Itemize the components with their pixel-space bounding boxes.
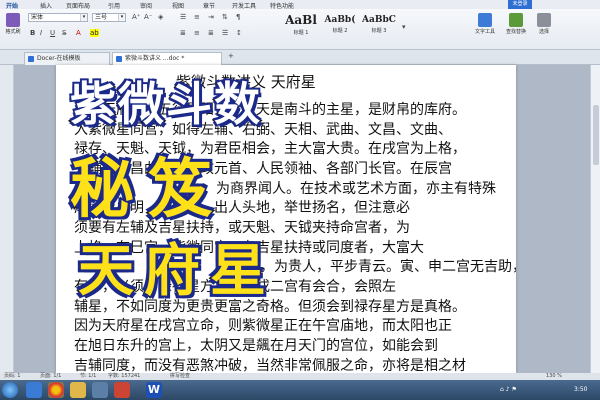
status-spell-check[interactable]: 拼写检查: [170, 373, 190, 380]
styles-more-icon[interactable]: ▾: [402, 23, 406, 31]
document-tabstrip: Docer-在线模板 紫微斗数讲义 ...doc * +: [0, 50, 600, 65]
highlight-icon[interactable]: ab: [90, 29, 99, 37]
folder-icon[interactable]: [70, 382, 86, 398]
vertical-ruler: [0, 65, 14, 373]
paragraph-mark-icon[interactable]: ¶: [236, 13, 240, 21]
status-section: 节: 1/1: [80, 373, 97, 379]
tray-icons[interactable]: ⌂ ♪ ⚑: [500, 380, 517, 400]
align-right-icon[interactable]: ≣: [208, 29, 214, 37]
clear-format-icon[interactable]: ◈: [158, 13, 163, 21]
font-color-icon[interactable]: A: [76, 29, 81, 37]
numbered-list-icon[interactable]: ≡: [194, 13, 200, 21]
document-icon: [116, 56, 122, 62]
docer-icon: [28, 56, 34, 62]
ie-icon[interactable]: [26, 382, 42, 398]
sort-icon[interactable]: ⇅: [222, 13, 228, 21]
cursor-icon: [537, 13, 551, 27]
ribbon-toolbar: 格式刷 宋体 ▾ 三号 ▾ A⁺ A⁻ ◈ B I U S̶ A ab ☰ ≡ ⇥ …: [0, 9, 600, 50]
style-heading-3[interactable]: AaBbC 标题 3: [361, 13, 397, 45]
font-size-select[interactable]: 三号 ▾: [92, 13, 126, 22]
bold-icon[interactable]: B: [30, 29, 35, 37]
login-button[interactable]: 未登录: [508, 0, 532, 9]
text-line: 吉辅同度，而没有恶煞冲破，当然非常佩服之命，亦将是相之材: [74, 358, 466, 373]
overlay-title-line-1: 紫微斗数: [69, 76, 262, 133]
text-tools-button[interactable]: 文字工具: [472, 13, 498, 35]
strikethrough-icon[interactable]: S̶: [62, 29, 66, 37]
media-icon[interactable]: [92, 382, 108, 398]
overlay-title-line-3: 天府星: [77, 238, 276, 306]
windows-taskbar: W ⌂ ♪ ⚑ 3:50: [0, 380, 600, 400]
select-button[interactable]: 选择: [534, 13, 554, 35]
status-page: 页码: 1: [4, 373, 21, 379]
text-line: 因为天府星在戌宫立命，则紫微星正在午宫庙地，而太阳也正: [74, 318, 452, 334]
search-icon: [509, 13, 523, 27]
text-line: 为商界闻人。在技术或艺术方面，亦主有特殊: [216, 181, 496, 197]
status-word-count[interactable]: 字数: 157241: [108, 373, 140, 380]
underline-icon[interactable]: U: [50, 29, 55, 37]
scrollbar-thumb[interactable]: [593, 105, 599, 165]
tab-current-document[interactable]: 紫微斗数讲义 ...doc *: [112, 52, 222, 65]
start-icon[interactable]: [2, 382, 18, 398]
shrink-font-icon[interactable]: A⁻: [144, 13, 152, 21]
brush-icon: [6, 13, 20, 27]
justify-icon[interactable]: ☰: [222, 29, 228, 37]
style-heading-1[interactable]: AaBl 标题 1: [283, 13, 319, 45]
overlay-title-line-2: 秘笈: [69, 152, 226, 229]
style-heading-2[interactable]: AaBb( 标题 2: [322, 13, 358, 45]
status-zoom[interactable]: 130 %: [546, 373, 562, 380]
bullet-list-icon[interactable]: ☰: [180, 13, 186, 21]
vertical-scrollbar[interactable]: [590, 65, 600, 373]
text-tools-icon: [478, 13, 492, 27]
chevron-down-icon: ▾: [118, 14, 125, 21]
find-replace-button[interactable]: 查找替换: [503, 13, 529, 35]
line-spacing-icon[interactable]: ↕: [236, 29, 242, 37]
tab-docer-templates[interactable]: Docer-在线模板: [24, 52, 110, 65]
app-icon[interactable]: [114, 382, 130, 398]
align-left-icon[interactable]: ≣: [180, 29, 186, 37]
chevron-down-icon: ▾: [80, 14, 87, 21]
align-center-icon[interactable]: ≡: [194, 29, 200, 37]
wps-writer-icon[interactable]: W: [146, 382, 162, 398]
clock: 3:50: [574, 386, 588, 393]
grow-font-icon[interactable]: A⁺: [132, 13, 140, 21]
text-line: 在旭日东升的宫上，太阴又是飆在月天门的宫位，如能会到: [74, 338, 438, 354]
menu-bar: 开始 插入 页面布局 引用 审阅 视图 章节 开发工具 特色功能 未登录: [0, 0, 600, 10]
status-page-of: 页面: 1/1: [40, 373, 62, 379]
format-painter-button[interactable]: 格式刷: [2, 13, 24, 35]
new-tab-icon[interactable]: +: [228, 52, 234, 60]
status-bar: 页码: 1 页面: 1/1 节: 1/1 字数: 157241 拼写检查 130…: [0, 373, 600, 380]
italic-icon[interactable]: I: [40, 29, 42, 37]
indent-icon[interactable]: ⇥: [208, 13, 214, 21]
chrome-icon[interactable]: [48, 382, 64, 398]
text-line: 贵，为贵人，平步青云。寅、申二宫无吉助，: [246, 259, 516, 275]
font-name-select[interactable]: 宋体 ▾: [28, 13, 88, 22]
